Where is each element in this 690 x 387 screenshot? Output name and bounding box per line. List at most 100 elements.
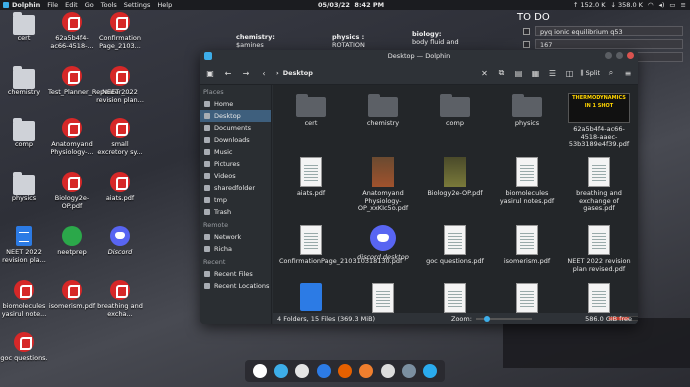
tux-icon[interactable] xyxy=(252,364,267,378)
clock[interactable]: 05/03/22 8:42 PM xyxy=(318,0,384,10)
chrome-icon[interactable] xyxy=(295,364,310,378)
menu-edit[interactable]: Edit xyxy=(65,1,78,9)
file-item[interactable]: physics xyxy=(495,93,559,128)
battery-icon[interactable]: ▭ xyxy=(669,0,675,10)
file-item[interactable]: breathing and exchange of gases.pdf xyxy=(567,157,631,213)
zoom-slider[interactable] xyxy=(475,315,532,322)
app-icon[interactable] xyxy=(359,364,374,378)
split-button[interactable]: ⫼ Split xyxy=(581,69,600,78)
details-view-icon[interactable]: ☰ xyxy=(547,67,559,79)
file-view[interactable]: cert chemistry comp physics THERMODYNAMICS I… xyxy=(273,85,638,313)
sidebar-toggle-icon[interactable]: ▣ xyxy=(204,67,216,79)
desktop-icon[interactable]: NEET 2022 revision pla... xyxy=(0,226,48,264)
clear-icon[interactable]: ✕ xyxy=(479,67,491,79)
telegram-icon[interactable] xyxy=(423,364,438,378)
todo-item[interactable]: 167 xyxy=(535,39,683,49)
sidebar-item-recent-files[interactable]: Recent Files xyxy=(200,268,271,280)
desktop-icon[interactable]: Anatomyand Physiology-... xyxy=(48,118,96,156)
file-item[interactable]: aiats.pdf xyxy=(279,157,343,198)
sidebar-item-trash[interactable]: Trash xyxy=(200,206,271,218)
menu-tools[interactable]: Tools xyxy=(101,1,117,9)
file-item[interactable] xyxy=(351,283,415,316)
file-item[interactable]: biomolecules yasirul notes.pdf xyxy=(495,157,559,205)
volume-icon[interactable]: ◂) xyxy=(659,0,665,10)
search-icon[interactable]: ⌕ xyxy=(605,67,617,79)
sidebar-item-pictures[interactable]: Pictures xyxy=(200,158,271,170)
todo-item[interactable]: pyq ionic equilibrium q53 xyxy=(535,26,683,36)
file-item[interactable]: comp xyxy=(423,93,487,128)
todo-checkbox[interactable] xyxy=(523,27,530,35)
file-item[interactable]: chemistry xyxy=(351,93,415,128)
window-titlebar[interactable]: Desktop — Dolphin xyxy=(200,50,638,62)
minimize-button[interactable] xyxy=(605,52,612,59)
sidebar-item-recent-locations[interactable]: Recent Locations xyxy=(200,280,271,292)
breadcrumb-desktop[interactable]: Desktop xyxy=(283,69,313,77)
desktop-icon[interactable]: NEET 2022 revision plan... xyxy=(96,66,144,104)
connect-icon[interactable] xyxy=(380,364,395,378)
up-icon[interactable]: ‹ xyxy=(258,67,270,79)
sidebar-item-music[interactable]: Music xyxy=(200,146,271,158)
file-item[interactable]: THERMODYNAMICS IN 1 SHOT 62a5b4f4-ac66-45… xyxy=(567,93,631,149)
file-item[interactable] xyxy=(495,283,559,316)
dolphin-icon[interactable] xyxy=(273,364,288,378)
desktop-icon[interactable]: 62a5b4f4-ac66-4518-... xyxy=(48,12,96,50)
file-item[interactable] xyxy=(423,283,487,316)
sidebar-item-tmp[interactable]: tmp xyxy=(200,194,271,206)
desktop-icon[interactable]: isomerism.pdf xyxy=(48,280,96,310)
desktop-icon[interactable]: Discord xyxy=(96,226,144,256)
desktop-icon[interactable]: goc questions. xyxy=(0,332,48,362)
breadcrumb[interactable]: › Desktop xyxy=(276,69,313,77)
desktop-icon[interactable]: neetprep xyxy=(48,226,96,256)
icons-view-icon[interactable]: ▦ xyxy=(530,67,542,79)
preview-icon[interactable]: ◫ xyxy=(564,67,576,79)
forward-icon[interactable]: → xyxy=(240,67,252,79)
hamburger-menu-icon[interactable]: ≡ xyxy=(622,67,634,79)
apps-icon[interactable] xyxy=(401,364,416,378)
paste-icon[interactable]: ▤ xyxy=(513,67,525,79)
desktop-icon[interactable]: cert xyxy=(0,12,48,42)
docs-icon[interactable] xyxy=(316,364,331,378)
desktop-icon[interactable]: Biology2e-OP.pdf xyxy=(48,172,96,210)
menu-help[interactable]: Help xyxy=(157,1,172,9)
desktop-icon[interactable]: breathing and excha... xyxy=(96,280,144,318)
file-item[interactable]: cert xyxy=(279,93,343,128)
sidebar-item-downloads[interactable]: Downloads xyxy=(200,134,271,146)
firefox-icon[interactable] xyxy=(337,364,352,378)
desktop-icon[interactable]: Test_Planner_Repeater_... xyxy=(48,66,131,96)
file-item[interactable] xyxy=(279,283,343,314)
todo-checkbox[interactable] xyxy=(523,40,530,48)
sidebar-item-documents[interactable]: Documents xyxy=(200,122,271,134)
file-item[interactable]: Anatomyand Physiology-OP_xxKIc5o.pdf xyxy=(351,157,415,213)
file-item[interactable]: goc questions.pdf xyxy=(423,225,487,266)
desktop-icon[interactable]: small excretory sy... xyxy=(96,118,144,156)
file-item[interactable]: Biology2e-OP.pdf xyxy=(423,157,487,198)
menu-go[interactable]: Go xyxy=(85,1,94,9)
file-item[interactable]: discord.desktop xyxy=(351,225,415,262)
close-button[interactable] xyxy=(627,52,634,59)
desktop-icon[interactable]: physics xyxy=(0,172,48,202)
sidebar-item-videos[interactable]: Videos xyxy=(200,170,271,182)
desktop-icon[interactable]: chemistry xyxy=(0,66,48,96)
menu-settings[interactable]: Settings xyxy=(124,1,151,9)
back-icon[interactable]: ← xyxy=(222,67,234,79)
desktop-icon[interactable]: Confirmation Page_2103... xyxy=(96,12,144,50)
sidebar-item-home[interactable]: Home xyxy=(200,98,271,110)
desktop-icon[interactable]: biomolecules yasirul note... xyxy=(0,280,48,318)
file-item[interactable] xyxy=(567,283,631,316)
sidebar-item-network[interactable]: Network xyxy=(200,231,271,243)
wifi-icon[interactable]: ◠ xyxy=(648,0,654,10)
maximize-button[interactable] xyxy=(616,52,623,59)
file-item[interactable]: ConfirmationPage_210310318130.pdf xyxy=(279,225,402,266)
sidebar-item-desktop[interactable]: Desktop xyxy=(200,110,271,122)
sidebar-item-sharedfolder[interactable]: sharedfolder xyxy=(200,182,271,194)
sidebar-item-richa[interactable]: Richa xyxy=(200,243,271,255)
app-menu[interactable]: Dolphin xyxy=(3,1,40,9)
copy-icon[interactable]: ⧉ xyxy=(496,67,508,79)
file-item[interactable]: isomerism.pdf xyxy=(495,225,559,266)
desktop-icon[interactable]: comp xyxy=(0,118,48,148)
file-item[interactable]: NEET 2022 revision plan revised.pdf xyxy=(567,225,631,273)
desktop-icon[interactable]: aiats.pdf xyxy=(96,172,144,202)
menu-icon[interactable]: ≡ xyxy=(681,0,686,10)
zoom-label: Zoom: xyxy=(451,314,472,323)
menu-file[interactable]: File xyxy=(47,1,58,9)
